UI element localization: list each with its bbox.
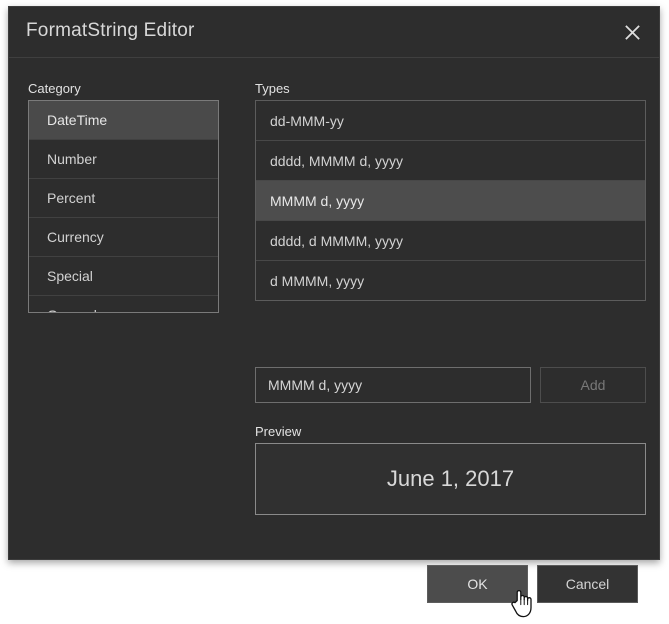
type-item-0[interactable]: dd-MMM-yy — [256, 101, 645, 141]
types-list[interactable]: dd-MMM-yy dddd, MMMM d, yyyy MMMM d, yyy… — [255, 100, 646, 301]
preview-label: Preview — [255, 424, 302, 439]
type-item-3[interactable]: dddd, d MMMM, yyyy — [256, 221, 645, 261]
category-list[interactable]: DateTime Number Percent Currency Special… — [28, 100, 219, 313]
category-item-general[interactable]: General — [29, 296, 218, 312]
dialog-title: FormatString Editor — [26, 20, 195, 41]
category-label: Category — [28, 81, 81, 96]
type-item-2[interactable]: MMMM d, yyyy — [256, 181, 645, 221]
formatstring-editor-dialog: FormatString Editor Category DateTime Nu… — [8, 6, 660, 618]
types-label: Types — [255, 81, 290, 96]
type-item-1[interactable]: dddd, MMMM d, yyyy — [256, 141, 645, 181]
dialog-titlebar: FormatString Editor — [9, 7, 659, 58]
category-item-number[interactable]: Number — [29, 140, 218, 179]
category-item-percent[interactable]: Percent — [29, 179, 218, 218]
add-button[interactable]: Add — [540, 367, 646, 403]
dialog-body: Category DateTime Number Percent Currenc… — [9, 58, 659, 618]
ok-button[interactable]: OK — [427, 565, 528, 603]
category-item-datetime[interactable]: DateTime — [29, 101, 218, 140]
category-item-currency[interactable]: Currency — [29, 218, 218, 257]
cancel-button[interactable]: Cancel — [537, 565, 638, 603]
close-icon[interactable] — [616, 16, 648, 48]
format-string-input[interactable] — [255, 367, 531, 403]
type-item-4[interactable]: d MMMM, yyyy — [256, 261, 645, 300]
category-item-special[interactable]: Special — [29, 257, 218, 296]
preview-box: June 1, 2017 — [255, 443, 646, 515]
preview-value: June 1, 2017 — [386, 466, 515, 491]
